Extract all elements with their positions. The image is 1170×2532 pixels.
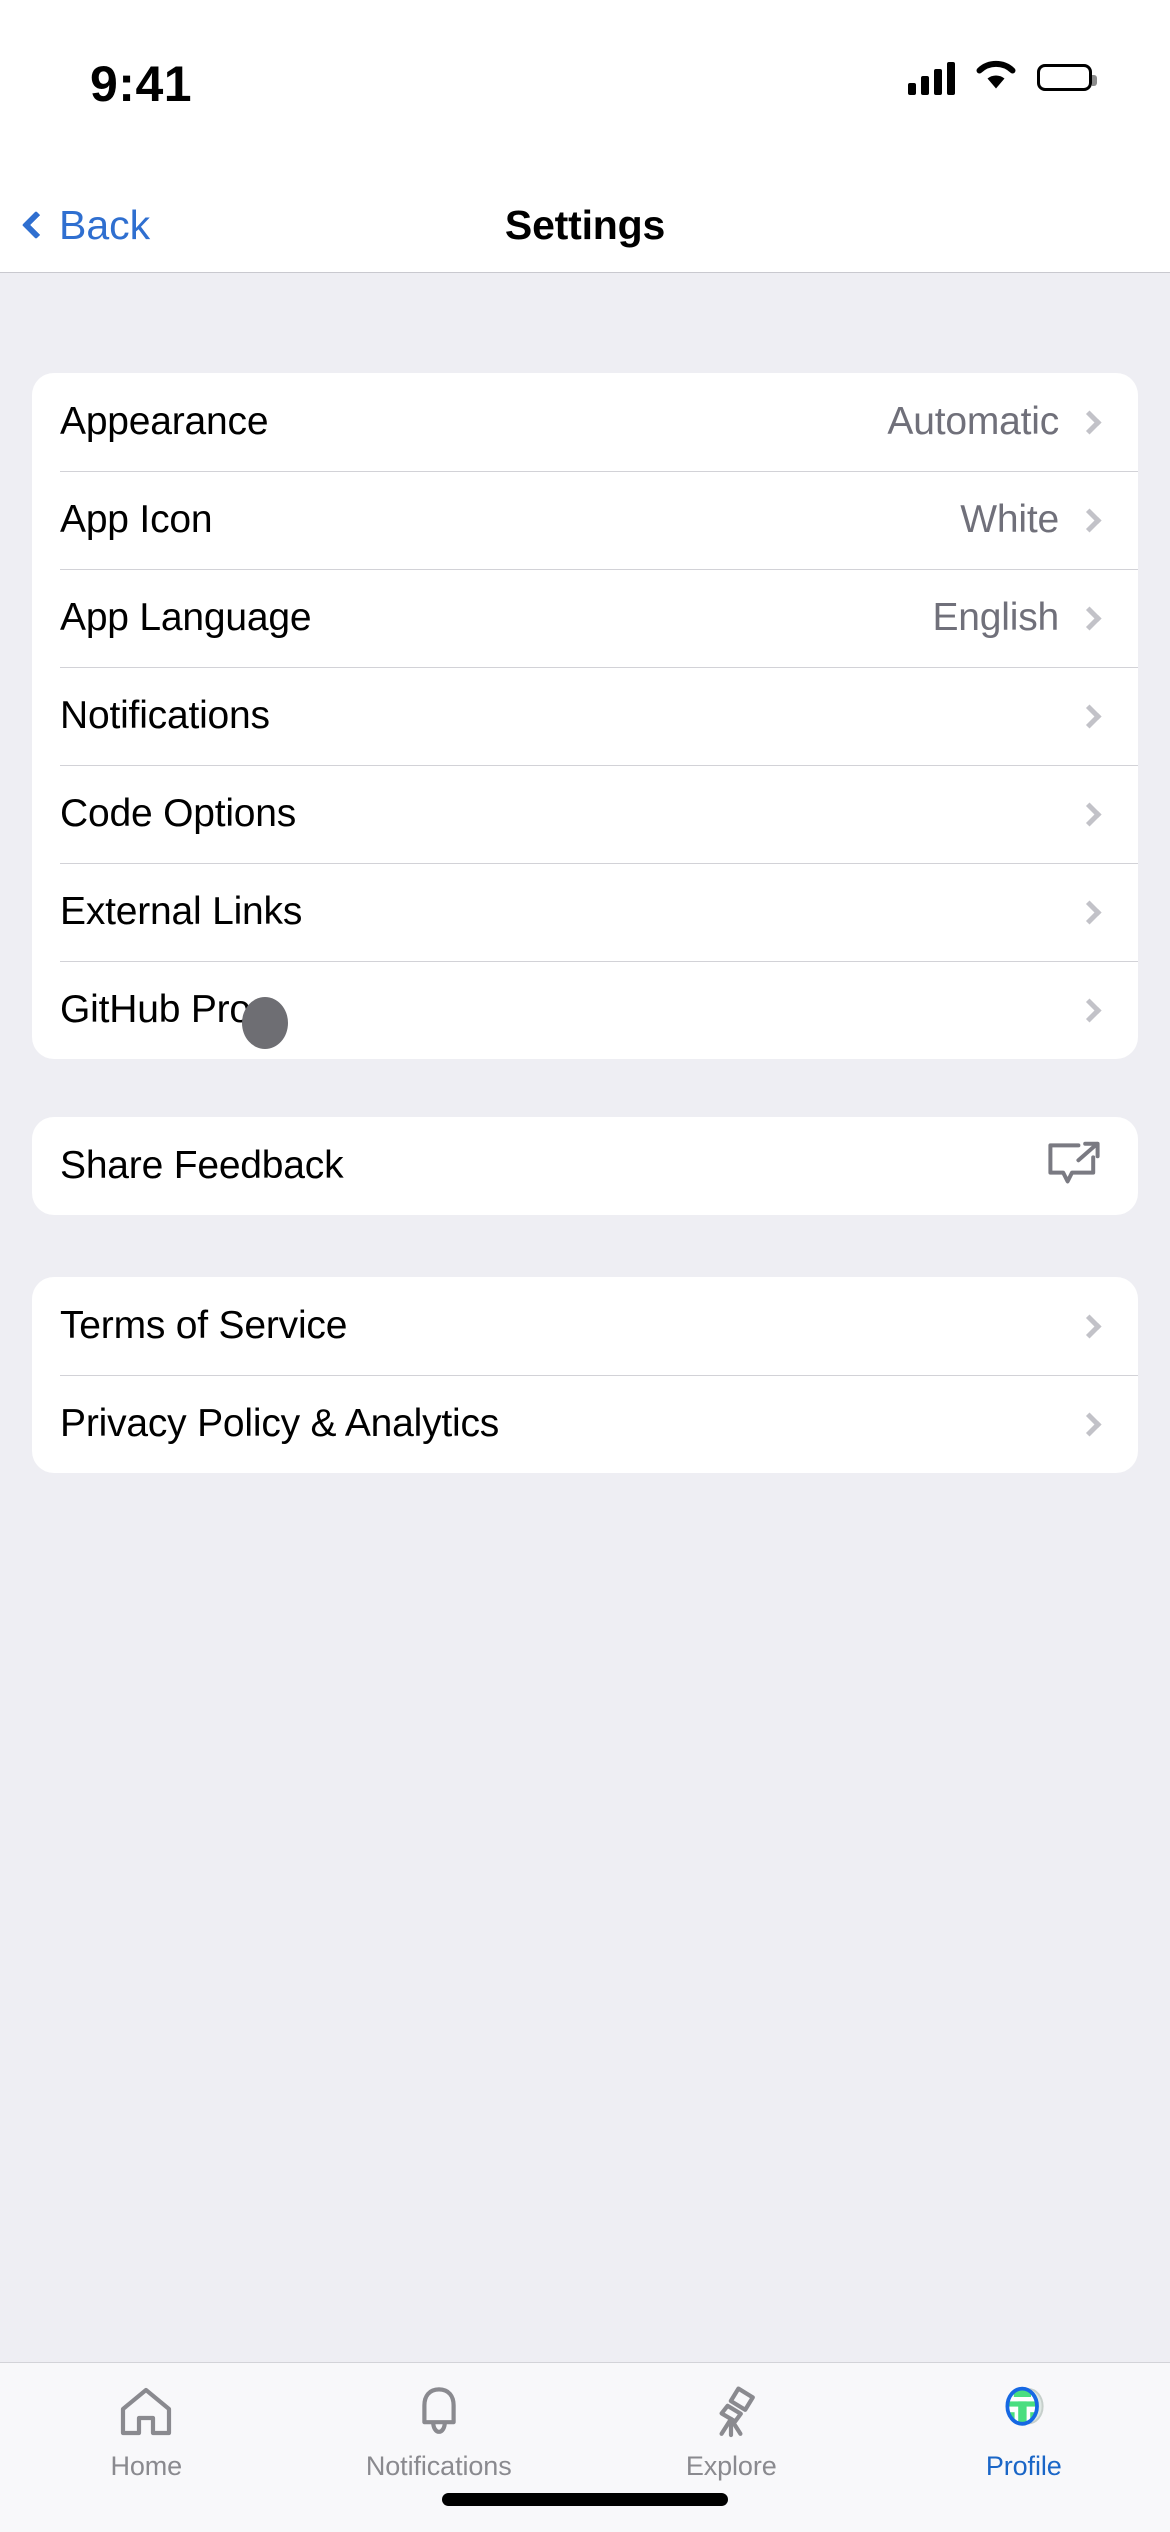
settings-row-code-options[interactable]: Code Options [32, 765, 1138, 863]
navigation-bar: Back Settings [0, 178, 1170, 273]
settings-row-app-language[interactable]: App Language English [32, 569, 1138, 667]
tab-profile[interactable]: Profile [878, 2363, 1170, 2532]
chevron-right-icon [1077, 997, 1102, 1023]
chevron-right-icon [1077, 899, 1102, 925]
row-label: Code Options [60, 792, 297, 835]
tab-label: Home [110, 2451, 183, 2481]
settings-row-appearance[interactable]: Appearance Automatic [32, 373, 1138, 471]
legal-group: Terms of Service Privacy Policy & Analyt… [32, 1277, 1138, 1473]
share-feedback-icon [1046, 1141, 1104, 1191]
chevron-right-icon [1077, 507, 1102, 533]
battery-full-icon [1037, 64, 1097, 91]
row-value: Automatic [887, 400, 1059, 443]
row-label: Terms of Service [60, 1304, 348, 1347]
back-button[interactable]: Back [21, 201, 151, 249]
tab-label: Profile [985, 2451, 1062, 2481]
bell-icon [408, 2383, 470, 2441]
chevron-right-icon [1077, 409, 1102, 435]
cellular-signal-icon [908, 61, 955, 95]
tab-explore[interactable]: Explore [585, 2363, 878, 2532]
home-indicator [442, 2493, 728, 2506]
status-bar-icons [908, 58, 1097, 97]
row-label: Share Feedback [60, 1144, 344, 1187]
row-value: White [960, 498, 1059, 541]
row-label: App Language [60, 596, 312, 639]
tab-label: Notifications [365, 2451, 512, 2481]
row-label: External Links [60, 890, 303, 933]
page-title: Settings [504, 201, 666, 248]
settings-row-terms-of-service[interactable]: Terms of Service [32, 1277, 1138, 1375]
wifi-icon [973, 58, 1019, 97]
chevron-right-icon [1077, 1313, 1102, 1339]
chevron-right-icon [1077, 703, 1102, 729]
row-value: English [932, 596, 1059, 639]
preferences-group: Appearance Automatic App Icon White App … [32, 373, 1138, 1059]
settings-row-app-icon[interactable]: App Icon White [32, 471, 1138, 569]
row-label: Privacy Policy & Analytics [60, 1402, 500, 1445]
cursor-indicator [242, 997, 288, 1049]
row-label: GitHub Pro [60, 988, 251, 1031]
settings-row-privacy-policy[interactable]: Privacy Policy & Analytics [32, 1375, 1138, 1473]
chevron-left-icon [21, 210, 51, 240]
tab-label: Explore [685, 2451, 777, 2481]
settings-row-share-feedback[interactable]: Share Feedback [32, 1117, 1138, 1215]
avatar-icon [993, 2383, 1055, 2441]
chevron-right-icon [1077, 605, 1102, 631]
feedback-group: Share Feedback [32, 1117, 1138, 1215]
row-label: Notifications [60, 694, 270, 737]
settings-scroll-view[interactable]: Appearance Automatic App Icon White App … [0, 273, 1170, 2362]
settings-row-external-links[interactable]: External Links [32, 863, 1138, 961]
telescope-icon [700, 2383, 762, 2441]
back-button-label: Back [59, 201, 151, 248]
row-label: App Icon [60, 498, 213, 541]
status-bar-time: 9:41 [90, 56, 193, 112]
tab-home[interactable]: Home [0, 2363, 293, 2532]
status-bar: 9:41 [0, 0, 1170, 178]
tab-notifications[interactable]: Notifications [293, 2363, 586, 2532]
home-icon [115, 2383, 177, 2441]
tab-bar: Home Notifications Explore Profile [0, 2362, 1170, 2532]
settings-row-notifications[interactable]: Notifications [32, 667, 1138, 765]
settings-row-github-pro[interactable]: GitHub Pro [32, 961, 1138, 1059]
row-label: Appearance [60, 400, 269, 443]
chevron-right-icon [1077, 801, 1102, 827]
chevron-right-icon [1077, 1411, 1102, 1437]
